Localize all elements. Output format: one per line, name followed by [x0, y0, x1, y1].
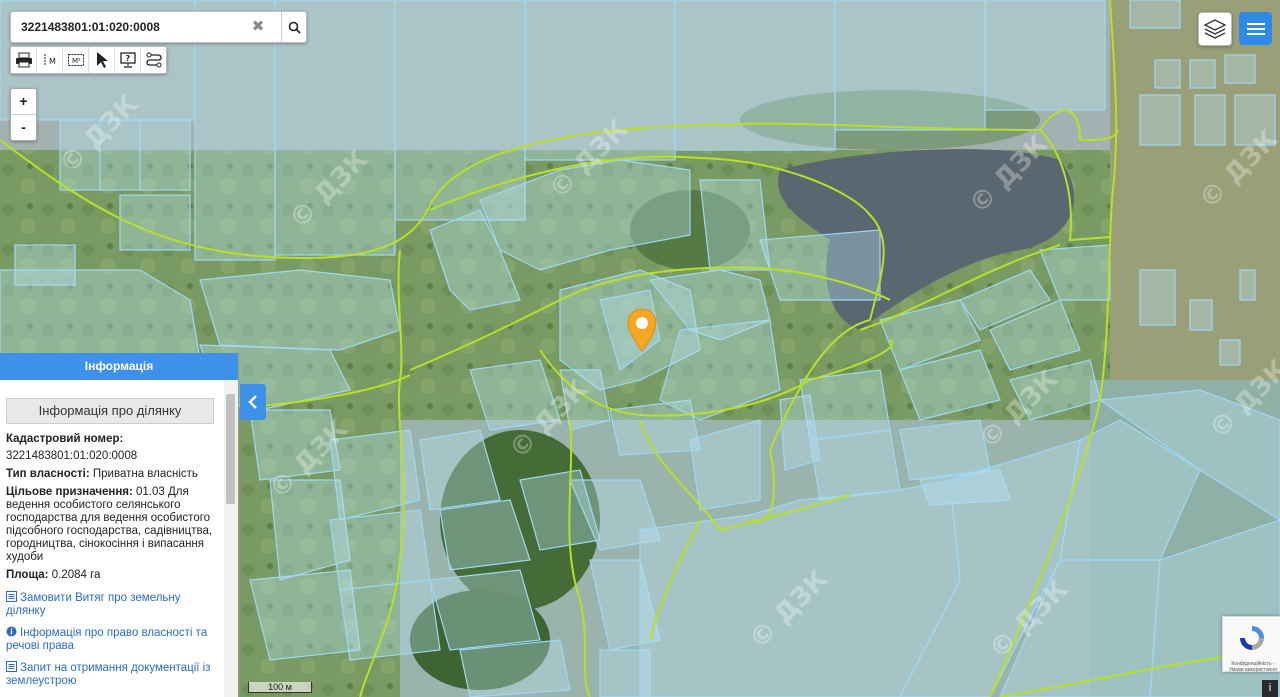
parcel-info-subheader: Інформація про ділянку — [6, 398, 214, 424]
map-toolbar: M M² ? — [10, 46, 167, 74]
svg-text:?: ? — [125, 54, 130, 63]
measure-area-button[interactable]: M² — [63, 47, 89, 73]
select-pointer-button[interactable] — [89, 47, 115, 73]
ownership-label: Тип власності: — [6, 468, 90, 480]
identify-icon: ? — [119, 52, 136, 68]
zoom-in-button[interactable]: + — [11, 89, 36, 115]
recaptcha-text: Конфіденційність - Умови використання — [1229, 661, 1277, 673]
chevron-left-icon — [248, 395, 257, 409]
info-circle-icon — [6, 626, 17, 637]
measure-distance-icon: M — [44, 54, 56, 66]
document-icon — [6, 661, 17, 672]
cadastral-number-label: Кадастровий номер: — [6, 433, 124, 445]
panel-header: Інформація — [0, 353, 238, 380]
location-pin-icon[interactable] — [626, 308, 658, 352]
ownership-row: Тип власності: Приватна власність — [6, 468, 218, 481]
zoom-control: + - — [10, 88, 37, 141]
search-button[interactable] — [281, 12, 307, 42]
land-docs-request-link[interactable]: Запит на отримання документації із земле… — [6, 661, 218, 688]
clear-search-icon[interactable]: ✖ — [249, 17, 267, 37]
print-icon — [15, 52, 32, 68]
svg-text:M²: M² — [72, 57, 81, 65]
scale-bar: 100 м — [248, 682, 312, 693]
recaptcha-icon — [1240, 626, 1264, 650]
cadastral-number-row: Кадастровий номер: 3221483801:01:020:000… — [6, 433, 218, 463]
search-icon — [288, 21, 301, 34]
area-label: Площа: — [6, 569, 49, 581]
zoom-out-button[interactable]: - — [11, 115, 36, 140]
collapse-panel-button[interactable] — [240, 384, 266, 420]
purpose-label: Цільове призначення: — [6, 486, 133, 498]
ownership-value: Приватна власність — [92, 468, 198, 480]
info-panel: Інформація Інформація про ділянку Кадаст… — [0, 353, 239, 697]
area-row: Площа: 0.2084 га — [6, 569, 218, 582]
search-input[interactable] — [19, 16, 248, 38]
select-pointer-icon — [96, 52, 108, 68]
cadastral-number-value: 3221483801:01:020:0008 — [6, 450, 138, 462]
menu-button[interactable] — [1239, 12, 1272, 45]
area-value: 0.2084 га — [51, 569, 101, 581]
purpose-row: Цільове призначення: 01.03 Для ведення о… — [6, 486, 218, 564]
panel-body: Інформація про ділянку Кадастровий номер… — [0, 380, 230, 697]
identify-button[interactable]: ? — [115, 47, 141, 73]
search-bar: ✖ — [10, 11, 307, 43]
measure-area-icon: M² — [67, 54, 84, 66]
recaptcha-badge[interactable]: Конфіденційність - Умови використання — [1222, 616, 1280, 673]
layers-icon — [1203, 19, 1227, 39]
scrollbar-thumb[interactable] — [226, 394, 235, 504]
ownership-rights-link[interactable]: Інформація про право власності та речові… — [6, 626, 218, 653]
document-icon — [6, 591, 17, 602]
order-extract-link[interactable]: Замовити Витяг про земельну ділянку — [6, 591, 218, 618]
attribution-info-button[interactable]: i — [1262, 680, 1278, 697]
measure-distance-button[interactable]: M — [37, 47, 63, 73]
layers-button[interactable] — [1198, 12, 1232, 46]
print-button[interactable] — [11, 47, 37, 73]
route-button[interactable] — [141, 47, 166, 73]
hamburger-menu-icon — [1246, 22, 1265, 35]
panel-scrollbar[interactable] — [224, 380, 238, 697]
svg-text:M: M — [49, 57, 56, 66]
route-icon — [145, 52, 162, 68]
